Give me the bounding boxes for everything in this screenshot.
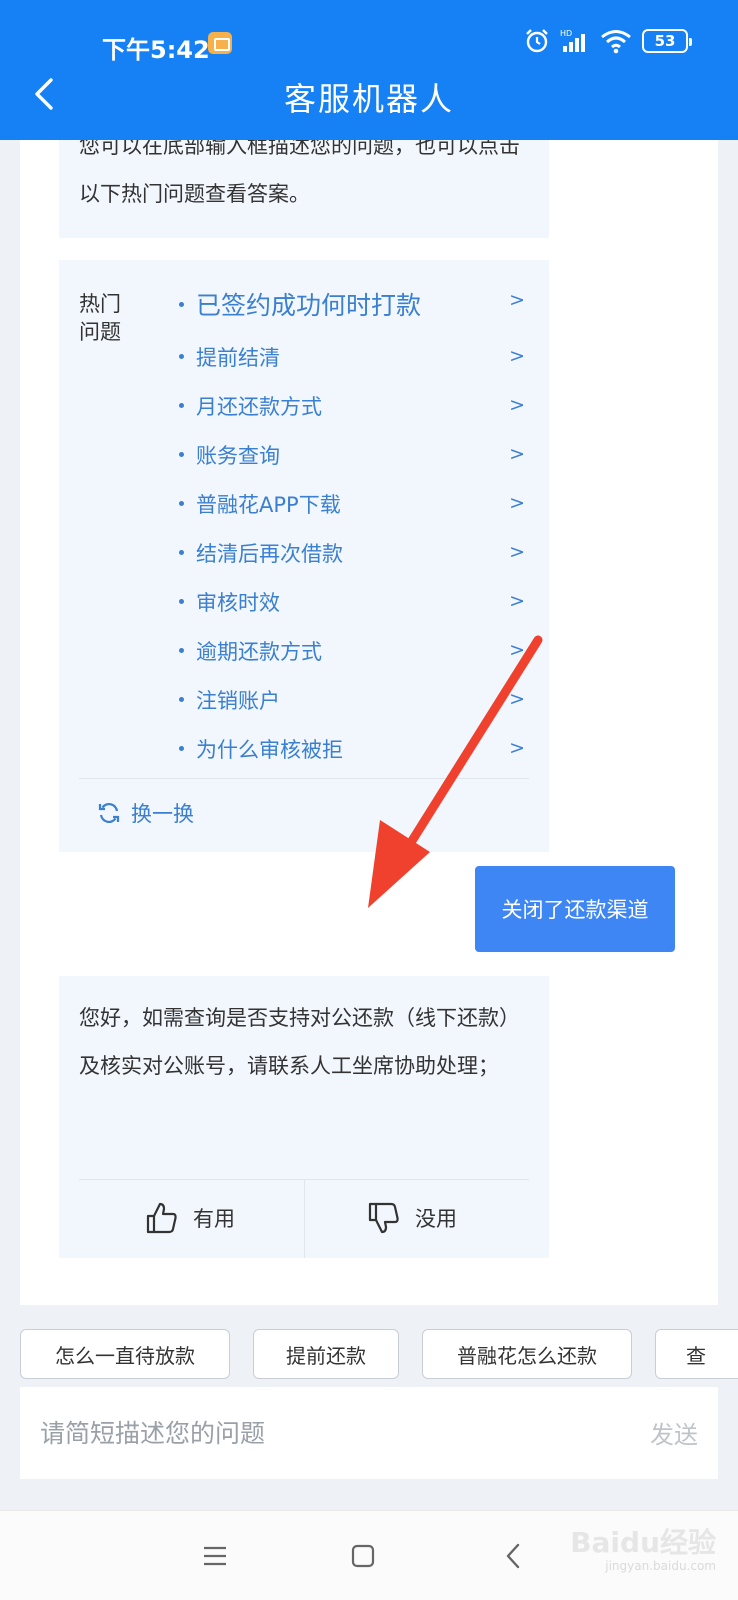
hot-question-label: 账务查询: [196, 443, 280, 468]
watermark: Baidu经验 jingyan.baidu.com: [570, 1526, 716, 1574]
chevron-right-icon: >: [509, 492, 525, 514]
home-square-icon: [351, 1544, 375, 1568]
useless-button[interactable]: 没用: [367, 1198, 457, 1238]
hot-question-label: 已签约成功何时打款: [196, 291, 422, 320]
nav-back-button[interactable]: [490, 1533, 536, 1579]
chevron-right-icon: >: [509, 443, 525, 465]
hot-question-label: 注销账户: [196, 688, 280, 713]
quick-reply-chip[interactable]: 查: [655, 1329, 738, 1379]
watermark-text: Baidu经验: [570, 1526, 716, 1559]
user-message-text: 关闭了还款渠道: [501, 898, 649, 922]
bullet-icon: [179, 452, 184, 457]
status-time: 下午5:42: [102, 36, 210, 64]
system-nav-bar: Baidu经验 jingyan.baidu.com: [0, 1510, 738, 1600]
bullet-icon: [179, 599, 184, 604]
intro-bubble: 您可以在底部输入框描述您的问题，也可以点击以下热门问题查看答案。: [59, 140, 549, 238]
hot-question-item[interactable]: 月还还款方式 >: [179, 381, 525, 430]
svg-text:HD: HD: [560, 29, 572, 38]
hot-questions-label: 热门问题: [79, 292, 121, 344]
useful-button[interactable]: 有用: [145, 1198, 235, 1238]
quick-reply-chip[interactable]: 提前还款: [253, 1329, 399, 1379]
hot-question-label: 普融花APP下载: [196, 492, 341, 517]
bullet-icon: [179, 354, 184, 359]
chevron-right-icon: >: [509, 590, 525, 612]
useless-label: 没用: [415, 1207, 457, 1231]
page-title: 客服机器人: [283, 80, 454, 118]
hot-question-label: 为什么审核被拒: [196, 737, 343, 762]
hot-question-item[interactable]: 普融花APP下载 >: [179, 479, 525, 528]
chevron-right-icon: >: [509, 688, 525, 710]
chevron-right-icon: >: [509, 541, 525, 563]
menu-icon: [204, 1546, 226, 1566]
bullet-icon: [179, 550, 184, 555]
bullet-icon: [179, 697, 184, 702]
hot-question-label: 结清后再次借款: [196, 541, 343, 566]
chevron-right-icon: >: [509, 737, 525, 759]
hot-questions-card: 热门问题 已签约成功何时打款 > 提前结清 > 月还还款方式 > 账务查询 > 普融花APP下载…: [59, 260, 549, 852]
wifi-icon: [601, 30, 631, 54]
hot-question-label: 逾期还款方式: [196, 639, 322, 664]
hot-question-item[interactable]: 注销账户 >: [179, 675, 525, 724]
notification-icon: [208, 32, 232, 54]
bullet-icon: [179, 648, 184, 653]
alarm-icon: [526, 29, 548, 53]
chevron-right-icon: >: [509, 289, 525, 311]
bullet-icon: [179, 501, 184, 506]
hot-question-item[interactable]: 逾期还款方式 >: [179, 626, 525, 675]
bot-reply-text: 您好，如需查询是否支持对公还款（线下还款）及核实对公账号，请联系人工坐席协助处理…: [79, 1006, 520, 1078]
menu-button[interactable]: [192, 1533, 238, 1579]
chevron-right-icon: >: [509, 639, 525, 661]
divider: [79, 778, 529, 779]
signal-icon: HD: [560, 29, 585, 52]
thumbs-up-icon: [146, 1202, 177, 1234]
quick-reply-chip[interactable]: 怎么一直待放款: [20, 1329, 230, 1379]
message-input[interactable]: [40, 1409, 600, 1457]
hot-question-label: 提前结清: [196, 345, 280, 370]
hot-question-item[interactable]: 提前结清 >: [179, 332, 525, 381]
bullet-icon: [179, 403, 184, 408]
quick-replies-bar[interactable]: 怎么一直待放款 提前还款 普融花怎么还款查: [0, 1305, 738, 1387]
hot-question-label: 审核时效: [196, 590, 280, 615]
refresh-label: 换一换: [131, 802, 194, 826]
chevron-right-icon: >: [509, 345, 525, 367]
useful-label: 有用: [193, 1207, 235, 1231]
status-bar: 下午5:42 HD 53: [0, 0, 738, 84]
intro-text: 您可以在底部输入框描述您的问题，也可以点击以下热门问题查看答案。: [79, 140, 520, 206]
bot-reply-bubble: 您好，如需查询是否支持对公还款（线下还款）及核实对公账号，请联系人工坐席协助处理…: [59, 976, 549, 1258]
status-icons: HD 53: [524, 28, 692, 54]
refresh-button[interactable]: 换一换: [97, 798, 194, 828]
hot-question-label: 月还还款方式: [196, 394, 322, 419]
user-message-bubble: 关闭了还款渠道: [475, 866, 675, 952]
back-triangle-icon: [506, 1543, 520, 1569]
bullet-icon: [179, 301, 184, 307]
quick-reply-chip[interactable]: 普融花怎么还款: [422, 1329, 632, 1379]
watermark-sub: jingyan.baidu.com: [605, 1559, 716, 1573]
thumbs-down-icon: [368, 1202, 399, 1234]
home-button[interactable]: [340, 1533, 386, 1579]
hot-question-item[interactable]: 账务查询 >: [179, 430, 525, 479]
battery-icon: 53: [642, 29, 692, 53]
bullet-icon: [179, 746, 184, 751]
hot-question-item[interactable]: 为什么审核被拒 >: [179, 724, 525, 773]
divider: [304, 1179, 305, 1258]
battery-level: 53: [654, 32, 676, 50]
hot-question-item[interactable]: 审核时效 >: [179, 577, 525, 626]
chevron-right-icon: >: [509, 394, 525, 416]
chat-area[interactable]: 您可以在底部输入框描述您的问题，也可以点击以下热门问题查看答案。 热门问题 已签…: [20, 140, 718, 1305]
app-header: 下午5:42 HD 53 客服机器人: [0, 0, 738, 140]
hot-question-item[interactable]: 已签约成功何时打款 >: [179, 276, 525, 332]
refresh-icon: [98, 803, 120, 823]
hot-questions-list: 已签约成功何时打款 > 提前结清 > 月还还款方式 > 账务查询 > 普融花APP下载 > 结清后再…: [179, 276, 525, 773]
send-button[interactable]: 发送: [650, 1415, 698, 1450]
hot-question-item[interactable]: 结清后再次借款 >: [179, 528, 525, 577]
input-bar: 发送: [20, 1387, 718, 1479]
